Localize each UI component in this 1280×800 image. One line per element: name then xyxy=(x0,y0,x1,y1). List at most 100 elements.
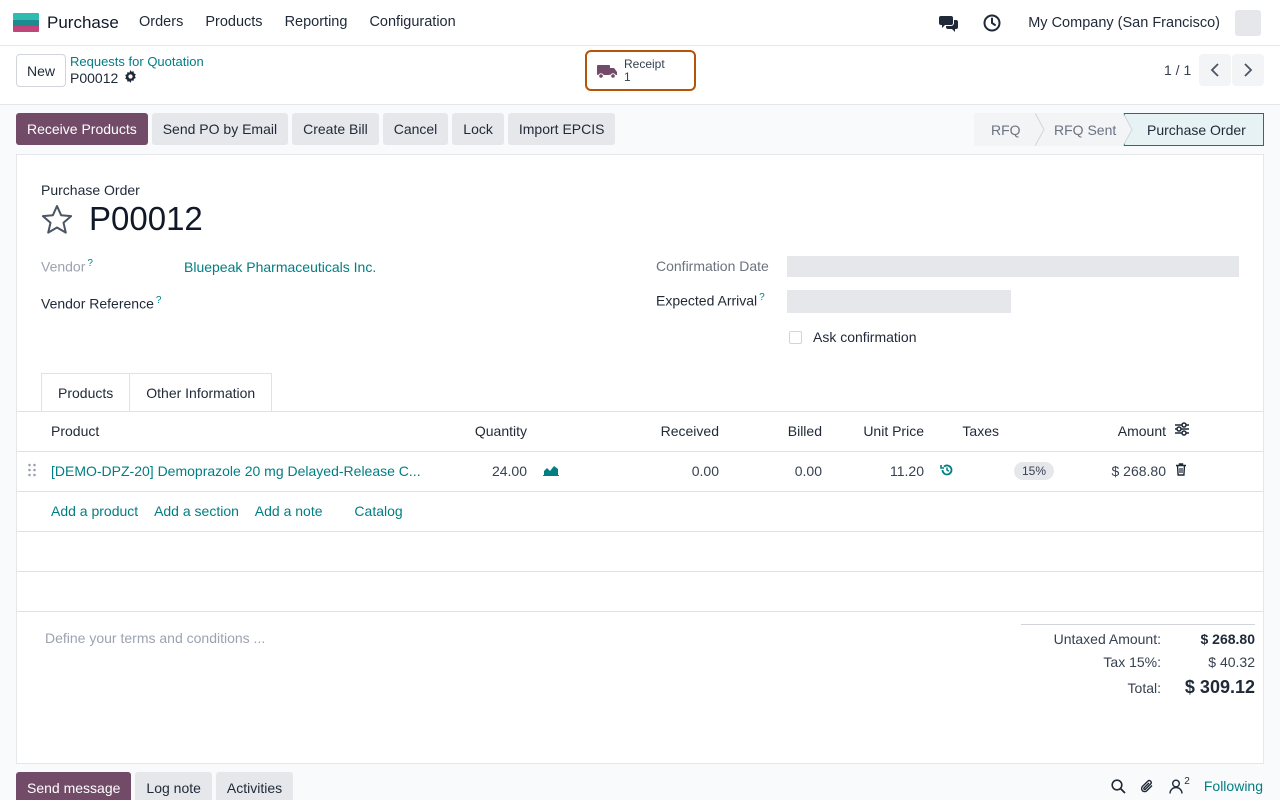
menu-configuration[interactable]: Configuration xyxy=(358,14,466,30)
chatter-topbar-right: 2 Following xyxy=(1111,775,1263,794)
pager-next-button[interactable] xyxy=(1232,54,1264,86)
header-taxes[interactable]: Taxes xyxy=(954,411,1071,452)
line-received[interactable]: 0.00 xyxy=(573,451,719,492)
cancel-button[interactable]: Cancel xyxy=(382,113,449,145)
terms-conditions-input[interactable]: Define your terms and conditions ... xyxy=(45,630,265,646)
star-icon[interactable] xyxy=(40,203,74,237)
line-quantity[interactable]: 24.00 xyxy=(447,451,527,492)
import-epcis-button[interactable]: Import EPCIS xyxy=(507,113,616,145)
add-section-link[interactable]: Add a section xyxy=(154,503,239,519)
clock-icon[interactable] xyxy=(982,13,1002,33)
log-note-button[interactable]: Log note xyxy=(135,772,212,800)
header-quantity[interactable]: Quantity xyxy=(447,411,527,452)
user-icon xyxy=(1169,779,1183,794)
tax-badge: 15% xyxy=(1014,462,1055,480)
purchase-app-icon[interactable] xyxy=(13,13,39,32)
stage-purchase-order-label: Purchase Order xyxy=(1147,121,1246,138)
send-po-email-button[interactable]: Send PO by Email xyxy=(151,113,289,145)
help-mark[interactable]: ? xyxy=(759,292,765,303)
search-icon[interactable] xyxy=(1111,778,1126,794)
pager-value[interactable]: 1 / 1 xyxy=(1164,62,1191,78)
expected-arrival-label: Expected Arrival? xyxy=(656,292,765,309)
chat-bubbles-icon[interactable] xyxy=(938,13,958,33)
line-product[interactable]: [DEMO-DPZ-20] Demoprazole 20 mg Delayed-… xyxy=(51,451,447,492)
user-avatar[interactable] xyxy=(1235,10,1261,36)
header-unit-price[interactable]: Unit Price xyxy=(822,411,924,452)
new-button[interactable]: New xyxy=(16,54,66,87)
receipt-count: 1 xyxy=(624,69,631,84)
receive-products-button[interactable]: Receive Products xyxy=(16,113,148,145)
breadcrumb-current: P00012 xyxy=(70,70,137,86)
menu-reporting[interactable]: Reporting xyxy=(274,14,359,30)
forecast-chart-icon[interactable] xyxy=(527,451,573,492)
create-bill-button[interactable]: Create Bill xyxy=(292,113,379,145)
pager-previous-button[interactable] xyxy=(1199,54,1231,86)
tax-value: $ 40.32 xyxy=(1208,654,1255,670)
document-type-label: Purchase Order xyxy=(41,182,140,198)
line-unit-price[interactable]: 11.20 xyxy=(822,451,924,492)
followers-button[interactable]: 2 xyxy=(1169,775,1190,794)
chatter-buttons: Send message Log note Activities xyxy=(16,772,294,800)
table-header-row: Product Quantity Received Billed Unit Pr… xyxy=(17,411,1263,452)
header-received[interactable]: Received xyxy=(573,411,719,452)
activities-button[interactable]: Activities xyxy=(215,772,294,800)
menu-products[interactable]: Products xyxy=(194,14,273,30)
ask-confirmation-checkbox[interactable] xyxy=(789,331,802,344)
total-label: Total: xyxy=(1127,680,1161,696)
receipt-label: Receipt xyxy=(624,56,665,71)
header-billed[interactable]: Billed xyxy=(719,411,822,452)
breadcrumb-parent[interactable]: Requests for Quotation xyxy=(70,54,204,69)
drag-handle-icon[interactable] xyxy=(17,451,51,492)
tab-other-information[interactable]: Other Information xyxy=(130,373,273,411)
tax-row: Tax 15%: $ 40.32 xyxy=(1021,654,1255,670)
header-amount[interactable]: Amount xyxy=(1071,411,1166,452)
tab-products[interactable]: Products xyxy=(41,373,131,411)
lock-button[interactable]: Lock xyxy=(452,113,504,145)
tax-label: Tax 15%: xyxy=(1103,654,1161,670)
add-product-link[interactable]: Add a product xyxy=(51,503,138,519)
gear-icon[interactable] xyxy=(124,70,137,86)
add-line-row: Add a product Add a section Add a note C… xyxy=(17,491,1263,532)
breadcrumb-current-label: P00012 xyxy=(70,70,119,86)
line-billed[interactable]: 0.00 xyxy=(719,451,822,492)
add-line-links: Add a product Add a section Add a note C… xyxy=(51,491,1263,532)
history-icon[interactable] xyxy=(924,451,954,492)
stage-rfq[interactable]: RFQ xyxy=(974,113,1045,146)
help-mark[interactable]: ? xyxy=(156,295,162,306)
trash-icon[interactable] xyxy=(1166,451,1206,492)
vendor-value[interactable]: Bluepeak Pharmaceuticals Inc. xyxy=(184,259,376,275)
line-amount: $ 268.80 xyxy=(1071,451,1166,492)
expected-arrival-field[interactable] xyxy=(787,290,1011,313)
notebook-tabs: Products Other Information xyxy=(41,373,273,411)
vendor-label: Vendor? xyxy=(41,258,93,275)
vendor-reference-label: Vendor Reference? xyxy=(41,295,161,312)
expected-arrival-label-text: Expected Arrival xyxy=(656,292,758,309)
followers-count: 2 xyxy=(1184,775,1190,787)
vendor-reference-label-text: Vendor Reference xyxy=(41,295,154,312)
catalog-link[interactable]: Catalog xyxy=(354,503,402,519)
top-navbar: Purchase Orders Products Reporting Confi… xyxy=(0,0,1280,46)
add-note-link[interactable]: Add a note xyxy=(255,503,323,519)
total-row: Total: $ 309.12 xyxy=(1021,677,1255,698)
menu-orders[interactable]: Orders xyxy=(128,14,194,30)
optional-columns-toggle[interactable] xyxy=(1166,411,1206,452)
stage-purchase-order[interactable]: Purchase Order xyxy=(1124,113,1264,146)
table-row[interactable]: [DEMO-DPZ-20] Demoprazole 20 mg Delayed-… xyxy=(17,451,1263,492)
send-message-button[interactable]: Send message xyxy=(16,772,132,800)
following-button[interactable]: Following xyxy=(1204,778,1263,794)
app-name[interactable]: Purchase xyxy=(47,13,119,33)
stage-rfq-sent[interactable]: RFQ Sent xyxy=(1036,113,1133,146)
confirmation-date-field[interactable] xyxy=(787,256,1239,277)
receipt-smart-button[interactable]: Receipt 1 xyxy=(585,50,696,91)
help-mark[interactable]: ? xyxy=(87,258,93,269)
main-menu: Orders Products Reporting Configuration xyxy=(128,14,467,30)
status-bar: RFQ RFQ Sent Purchase Order xyxy=(974,113,1264,146)
header-product[interactable]: Product xyxy=(51,411,447,452)
order-lines-table: Product Quantity Received Billed Unit Pr… xyxy=(17,411,1263,612)
line-tax[interactable]: 15% xyxy=(954,451,1071,492)
empty-row xyxy=(17,531,1263,572)
empty-row xyxy=(17,571,1263,612)
paperclip-icon[interactable] xyxy=(1140,778,1155,794)
total-value: $ 309.12 xyxy=(1184,677,1255,697)
company-switcher[interactable]: My Company (San Francisco) xyxy=(1028,15,1220,31)
